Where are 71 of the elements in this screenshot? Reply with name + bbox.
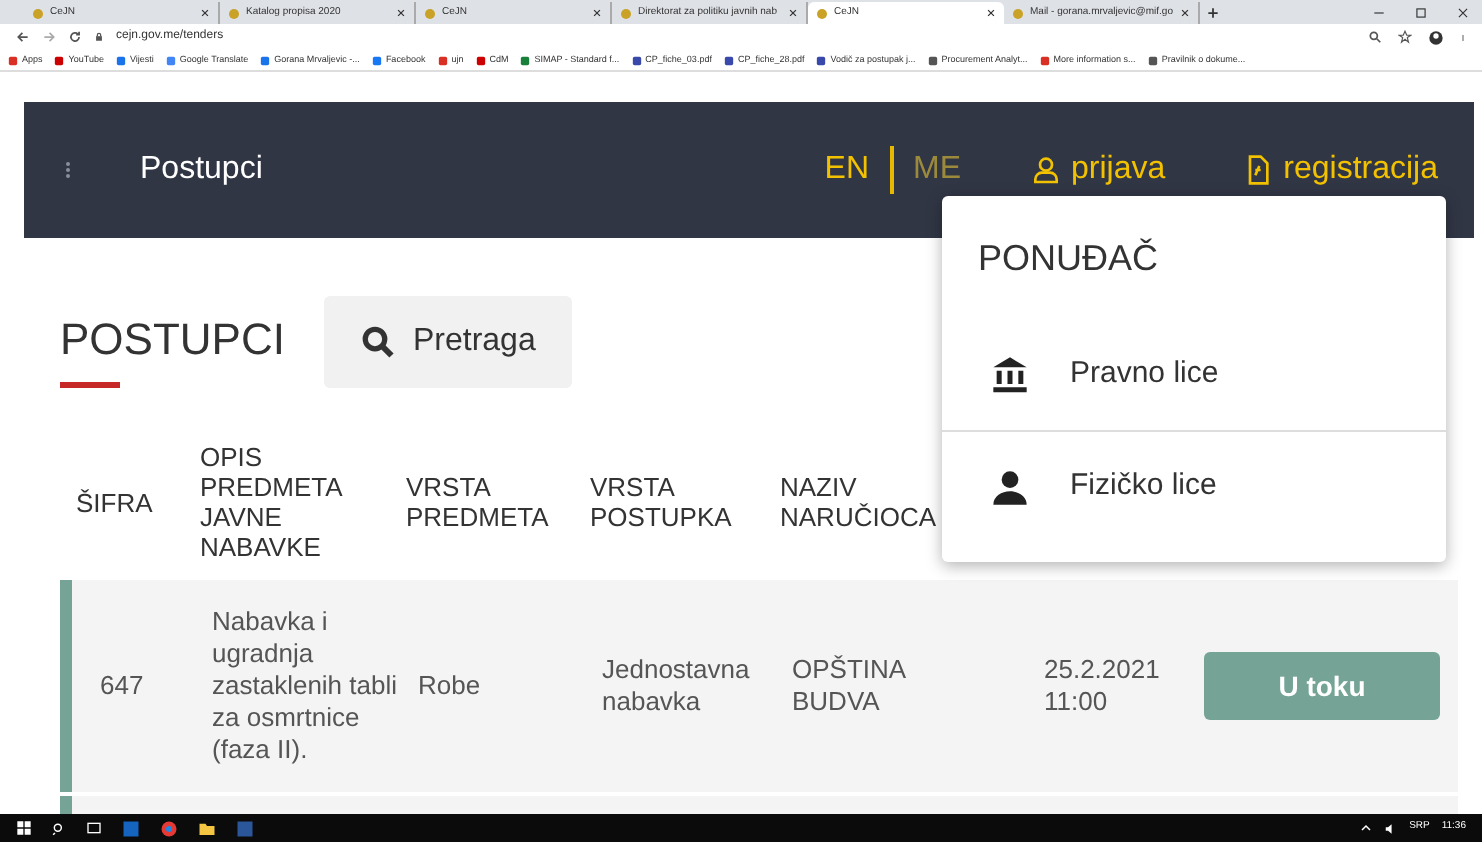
profile-icon [1428, 29, 1444, 45]
menu-heading: PONUĐAČ [976, 236, 1161, 282]
back-icon [16, 30, 30, 44]
bookmark-icon [8, 55, 18, 65]
bookmark-icon [927, 55, 938, 65]
table-cell-text: Nabavka i ugradnja zastaklenih tabli za osmrtnice (faza II). [212, 606, 399, 766]
task-view-icon [86, 820, 102, 836]
login-link[interactable]: prijava [1029, 146, 1166, 194]
bookmark-icon [816, 55, 827, 65]
windows-icon [16, 820, 32, 836]
bank-icon [990, 354, 1030, 394]
close-icon [200, 8, 210, 18]
table-cell-text: 25.2.2021 11:00 [1042, 654, 1162, 718]
search-icon [360, 323, 397, 359]
table-cell-text: Robe [418, 670, 483, 702]
table-cell-text: 647 [98, 670, 146, 702]
page-title: Postupci [140, 150, 263, 190]
column-header: VRSTA PREDMETA [406, 472, 551, 532]
restore-icon [1414, 6, 1428, 20]
close-icon [1456, 6, 1470, 20]
register-link[interactable]: registracija [1241, 146, 1438, 194]
bookmark-icon [475, 55, 486, 65]
person-icon [990, 467, 1030, 507]
column-header: ŠIFRA [74, 487, 155, 517]
favicon-icon [424, 7, 436, 19]
close-icon [788, 8, 798, 18]
search-button[interactable]: Pretraga [324, 295, 572, 387]
search-icon [52, 821, 66, 835]
table-cell-text: OPŠTINA BUDVA [792, 654, 908, 718]
bookmark-icon [1039, 55, 1050, 65]
close-icon [396, 8, 406, 18]
section-heading: POSTUPCI [60, 314, 285, 366]
bookmark-icon [260, 55, 271, 65]
favicon-icon [620, 7, 632, 19]
bookmark-icon [631, 55, 642, 65]
bookmark-icon [371, 55, 382, 65]
menu-item[interactable]: Fizičko lice [942, 430, 1446, 542]
close-icon [1180, 8, 1190, 18]
bookmark-icon [54, 55, 65, 65]
heading-underline [60, 382, 120, 388]
column-header: NAZIV NARUČIOCA [780, 472, 939, 532]
language-link[interactable]: EN [824, 146, 869, 194]
column-header: OPIS PREDMETA JAVNE NABAVKE [200, 442, 345, 562]
favicon-icon [1012, 7, 1024, 19]
reload-icon [68, 30, 82, 44]
new-tab-icon [1206, 6, 1220, 20]
bookmark-icon [723, 55, 734, 65]
table-cell-text: Jednostavna nabavka [602, 654, 752, 718]
favicon-icon [32, 7, 44, 19]
bookmark-icon [115, 55, 126, 65]
close-icon [986, 8, 996, 18]
bookmark-icon [520, 55, 531, 65]
star-icon [1398, 30, 1412, 44]
folder-icon [198, 819, 216, 837]
lock-icon [94, 32, 104, 42]
close-icon [592, 8, 602, 18]
user-icon [1029, 154, 1061, 186]
favicon-icon [228, 7, 240, 19]
tray-icon [1359, 822, 1372, 834]
volume-icon [1383, 821, 1398, 835]
menu-item[interactable]: Pravno lice [942, 318, 1446, 430]
bookmark-icon [1147, 55, 1158, 65]
favicon-icon [816, 7, 828, 19]
bookmark-icon [437, 55, 448, 65]
table-row[interactable]: 647 Nabavka i ugradnja zastaklenih tabli za osmrtnice (faza II). Robe Jednostavna nabavka OPŠTINA BUDVA 25.2.2021 11:00 U toku [60, 580, 1458, 792]
forward-icon [42, 30, 56, 44]
minimize-icon [1372, 6, 1386, 20]
zoom-icon [1368, 30, 1382, 44]
bookmark-icon [165, 55, 176, 65]
language-link[interactable]: ME [913, 146, 961, 194]
column-header: VRSTA POSTUPKA [590, 472, 734, 532]
